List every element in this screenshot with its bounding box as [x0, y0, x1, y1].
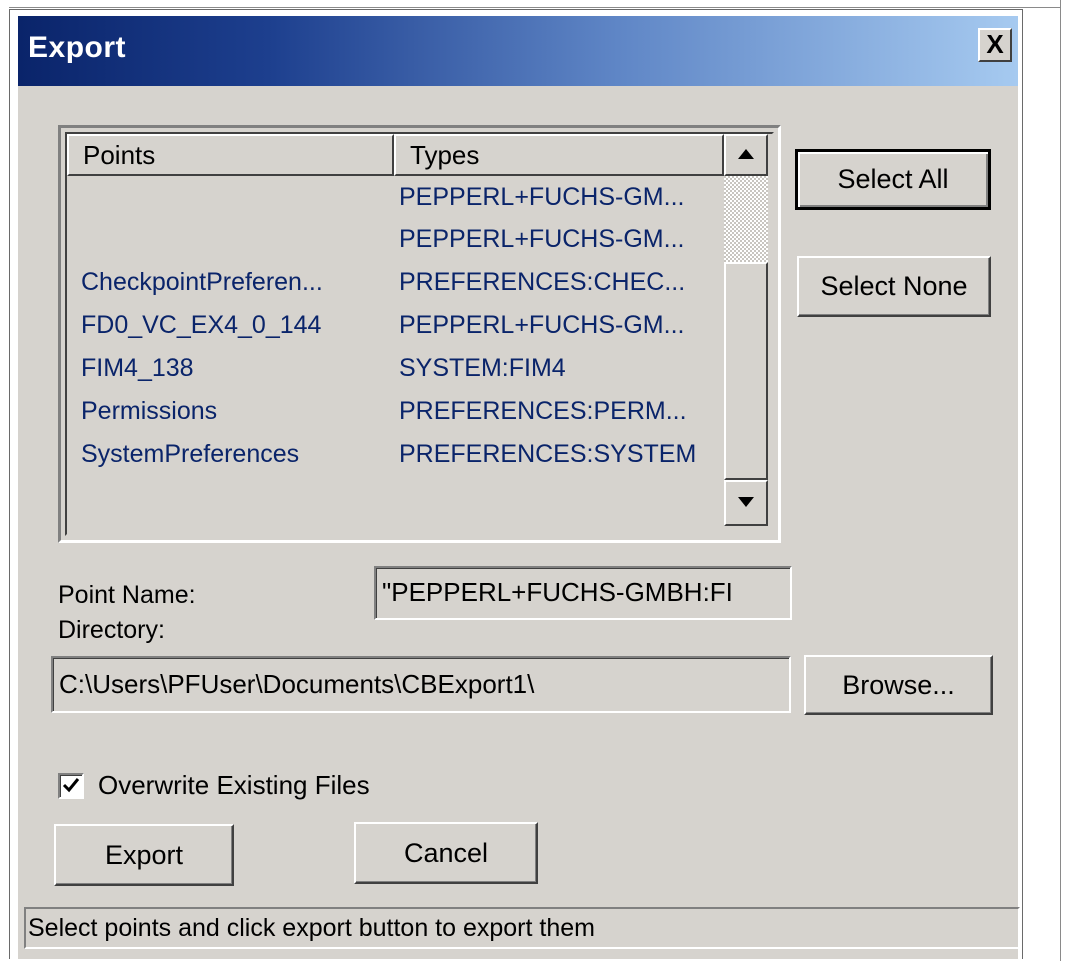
- page-top-rule: [9, 7, 1061, 8]
- list-item[interactable]: Permissions PREFERENCES:PERM...: [67, 390, 724, 432]
- list-item[interactable]: FD0_VC_EX4_0_144 PEPPERL+FUCHS-GM...: [67, 304, 724, 346]
- points-list-viewport: Points Types PEPPERL+FUCHS-GM... PEPPERL…: [65, 132, 774, 536]
- point-name-cell: Permissions: [81, 397, 218, 425]
- scroll-track-area[interactable]: [724, 176, 768, 262]
- point-name-cell: FD0_VC_EX4_0_144: [81, 311, 322, 339]
- point-name-cell: SystemPreferences: [81, 440, 300, 468]
- select-all-button[interactable]: Select All: [795, 149, 991, 210]
- checkmark-icon: [62, 778, 80, 793]
- triangle-up-icon: [738, 149, 754, 159]
- point-type-cell: PREFERENCES:PERM...: [399, 397, 687, 425]
- column-header-types[interactable]: Types: [394, 134, 724, 176]
- vertical-scrollbar[interactable]: [724, 134, 768, 526]
- point-type-cell: PREFERENCES:CHEC...: [399, 268, 686, 296]
- list-item[interactable]: SystemPreferences PREFERENCES:SYSTEM: [67, 433, 724, 475]
- status-text: Select points and click export button to…: [28, 914, 595, 942]
- points-list[interactable]: Points Types PEPPERL+FUCHS-GM... PEPPERL…: [58, 125, 781, 543]
- list-item[interactable]: FIM4_138 SYSTEM:FIM4: [67, 347, 724, 389]
- export-dialog: Export X Points Types PEPPERL+FUCHS-GM..…: [18, 16, 1020, 959]
- close-icon: X: [986, 29, 1004, 59]
- close-button[interactable]: X: [978, 28, 1012, 62]
- point-type-cell: PREFERENCES:SYSTEM: [399, 440, 697, 468]
- point-type-cell: PEPPERL+FUCHS-GM...: [399, 311, 685, 339]
- overwrite-label[interactable]: Overwrite Existing Files: [98, 770, 370, 801]
- scroll-thumb[interactable]: [724, 262, 768, 480]
- select-none-button[interactable]: Select None: [797, 256, 991, 317]
- overwrite-checkbox[interactable]: [58, 773, 84, 799]
- list-item[interactable]: CheckpointPreferen... PREFERENCES:CHEC..…: [67, 261, 724, 303]
- directory-field[interactable]: C:\Users\PFUser\Documents\CBExport1\: [51, 656, 791, 713]
- scroll-down-button[interactable]: [724, 480, 768, 526]
- point-type-cell: PEPPERL+FUCHS-GM...: [399, 225, 685, 253]
- point-name-cell: CheckpointPreferen...: [81, 268, 323, 296]
- point-name-field[interactable]: "PEPPERL+FUCHS-GMBH:FI: [374, 566, 792, 620]
- triangle-down-icon: [738, 497, 754, 507]
- browse-button[interactable]: Browse...: [804, 655, 993, 715]
- list-item[interactable]: PEPPERL+FUCHS-GM...: [67, 218, 724, 260]
- status-bar: Select points and click export button to…: [24, 907, 1020, 949]
- page-right-rule: [1060, 0, 1061, 961]
- title-bar[interactable]: Export X: [18, 16, 1018, 86]
- list-item[interactable]: PEPPERL+FUCHS-GM...: [67, 176, 724, 218]
- column-header-points[interactable]: Points: [67, 134, 394, 176]
- export-button[interactable]: Export: [54, 824, 234, 886]
- point-name-cell: FIM4_138: [81, 354, 194, 382]
- point-type-cell: PEPPERL+FUCHS-GM...: [399, 183, 685, 211]
- window-title: Export: [28, 31, 127, 64]
- scroll-up-button[interactable]: [724, 134, 768, 176]
- cancel-button[interactable]: Cancel: [354, 822, 538, 884]
- point-type-cell: SYSTEM:FIM4: [399, 354, 566, 382]
- directory-label: Directory:: [58, 616, 165, 644]
- point-name-label: Point Name:: [58, 581, 196, 609]
